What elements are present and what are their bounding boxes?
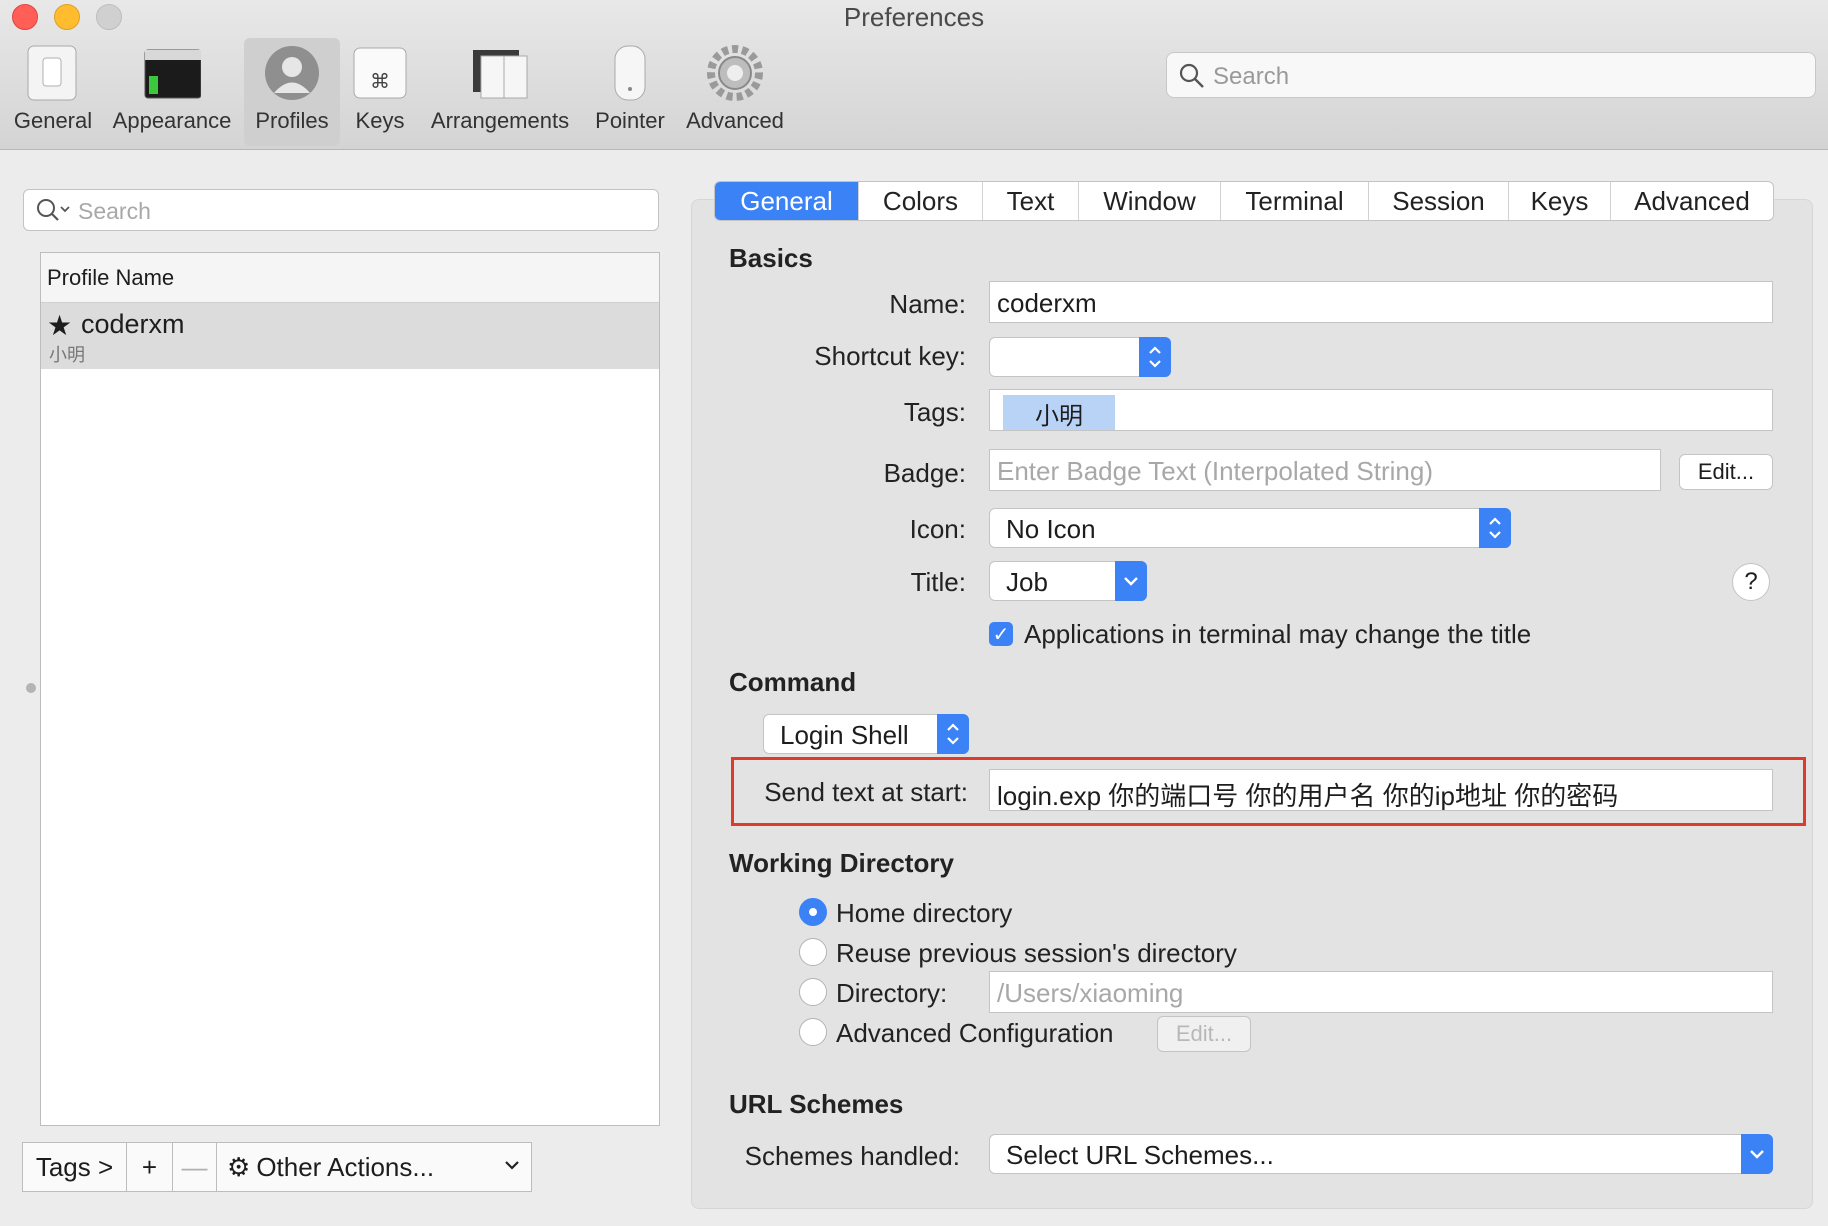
toolbar-advanced[interactable]: Advanced	[680, 38, 790, 146]
send-text-label: Send text at start:	[764, 777, 968, 807]
profile-name: coderxm	[81, 309, 185, 339]
shortcut-key-label: Shortcut key:	[814, 341, 966, 371]
profile-list: Profile Name ★ coderxm 小明	[40, 252, 660, 1126]
badge-field[interactable]: Enter Badge Text (Interpolated String)	[989, 449, 1661, 491]
chevron-down-icon	[1115, 561, 1147, 601]
gear-icon: ⚙	[227, 1151, 251, 1182]
tags-field[interactable]: 小明	[989, 389, 1773, 431]
default-star-icon: ★	[47, 310, 73, 341]
profile-search-field[interactable]: Search	[23, 189, 659, 231]
badge-label: Badge:	[883, 458, 966, 488]
directory-path-field[interactable]: /Users/xiaoming	[989, 971, 1773, 1013]
tab-window[interactable]: Window	[1079, 182, 1221, 220]
command-key-icon: ⌘	[351, 44, 409, 102]
other-actions-menu[interactable]: ⚙ Other Actions...	[217, 1143, 531, 1191]
url-schemes-popup[interactable]: Select URL Schemes...	[989, 1134, 1773, 1174]
directory-label[interactable]: Directory:	[836, 978, 947, 1009]
general-switch-icon	[24, 44, 82, 102]
profile-name-field[interactable]: coderxm	[989, 281, 1773, 323]
command-heading: Command	[729, 667, 857, 697]
shortcut-key-popup[interactable]	[989, 337, 1171, 377]
stepper-arrows-icon	[1479, 508, 1511, 548]
advanced-configuration-radio[interactable]	[799, 1018, 827, 1046]
tab-advanced[interactable]: Advanced	[1611, 182, 1773, 220]
chevron-down-icon	[1741, 1134, 1773, 1174]
remove-profile-button[interactable]: —	[173, 1143, 217, 1191]
tags-label: Tags:	[903, 397, 966, 427]
tab-session[interactable]: Session	[1369, 182, 1509, 220]
reuse-directory-label[interactable]: Reuse previous session's directory	[836, 938, 1237, 969]
window-title: Preferences	[843, 2, 985, 32]
appearance-window-icon	[143, 44, 202, 102]
working-directory-heading: Working Directory	[729, 848, 954, 878]
advanced-configuration-label[interactable]: Advanced Configuration	[836, 1018, 1114, 1049]
profile-actions-bar: Tags > + — ⚙ Other Actions...	[22, 1142, 532, 1192]
tag-token[interactable]: 小明	[1003, 395, 1115, 430]
toolbar-keys[interactable]: ⌘ Keys	[346, 38, 414, 146]
tab-text[interactable]: Text	[983, 182, 1079, 220]
toolbar: Preferences General Appearance Profiles …	[0, 0, 1828, 150]
profile-tag: 小明	[49, 345, 85, 365]
svg-text:⌘: ⌘	[370, 69, 390, 93]
advanced-configuration-edit-button[interactable]: Edit...	[1157, 1016, 1251, 1052]
apps-change-title-checkbox[interactable]: ✓	[989, 622, 1013, 646]
icon-popup[interactable]: No Icon	[989, 508, 1511, 548]
tab-general[interactable]: General	[715, 182, 859, 220]
tab-keys[interactable]: Keys	[1509, 182, 1611, 220]
home-directory-label[interactable]: Home directory	[836, 898, 1012, 929]
stepper-arrows-icon	[937, 714, 969, 754]
url-schemes-heading: URL Schemes	[729, 1089, 904, 1119]
home-directory-radio[interactable]	[799, 898, 827, 926]
search-icon	[1179, 63, 1205, 94]
reuse-directory-radio[interactable]	[799, 938, 827, 966]
title-label: Title:	[910, 567, 966, 597]
schemes-handled-label: Schemes handled:	[744, 1141, 960, 1171]
toolbar-general[interactable]: General	[4, 38, 102, 146]
apps-change-title-label[interactable]: Applications in terminal may change the …	[1024, 619, 1531, 650]
arrangements-windows-icon	[471, 44, 529, 102]
tab-colors[interactable]: Colors	[859, 182, 983, 220]
help-button[interactable]: ?	[1732, 563, 1770, 601]
tags-toggle-button[interactable]: Tags >	[23, 1143, 127, 1191]
chevron-down-icon	[503, 1153, 521, 1184]
split-view-handle[interactable]	[26, 683, 36, 693]
command-type-popup[interactable]: Login Shell	[763, 714, 969, 754]
add-profile-button[interactable]: +	[127, 1143, 173, 1191]
badge-edit-button[interactable]: Edit...	[1679, 454, 1773, 490]
basics-heading: Basics	[729, 243, 813, 273]
name-label: Name:	[889, 289, 966, 319]
checkmark-icon: ✓	[992, 623, 1010, 646]
send-text-field[interactable]: login.exp 你的端口号 你的用户名 你的ip地址 你的密码	[989, 769, 1773, 811]
gear-icon	[706, 44, 764, 102]
stepper-arrows-icon	[1139, 337, 1171, 377]
toolbar-profiles[interactable]: Profiles	[244, 38, 340, 146]
toolbar-search-field[interactable]: Search	[1166, 52, 1816, 98]
toolbar-appearance[interactable]: Appearance	[108, 38, 236, 146]
mouse-pointer-icon	[601, 44, 659, 102]
preferences-window: Preferences General Appearance Profiles …	[0, 0, 1828, 1226]
tab-terminal[interactable]: Terminal	[1221, 182, 1369, 220]
settings-tab-bar: General Colors Text Window Terminal Sess…	[714, 181, 1774, 221]
title-popup[interactable]: Job	[989, 561, 1147, 601]
profile-name-column-header[interactable]: Profile Name	[41, 253, 659, 303]
search-icon	[36, 198, 72, 227]
profile-row[interactable]: ★ coderxm 小明	[41, 303, 659, 369]
profile-person-icon	[263, 44, 321, 102]
toolbar-pointer[interactable]: Pointer	[588, 38, 672, 146]
icon-label: Icon:	[909, 514, 966, 544]
directory-radio[interactable]	[799, 978, 827, 1006]
toolbar-arrangements[interactable]: Arrangements	[424, 38, 576, 146]
